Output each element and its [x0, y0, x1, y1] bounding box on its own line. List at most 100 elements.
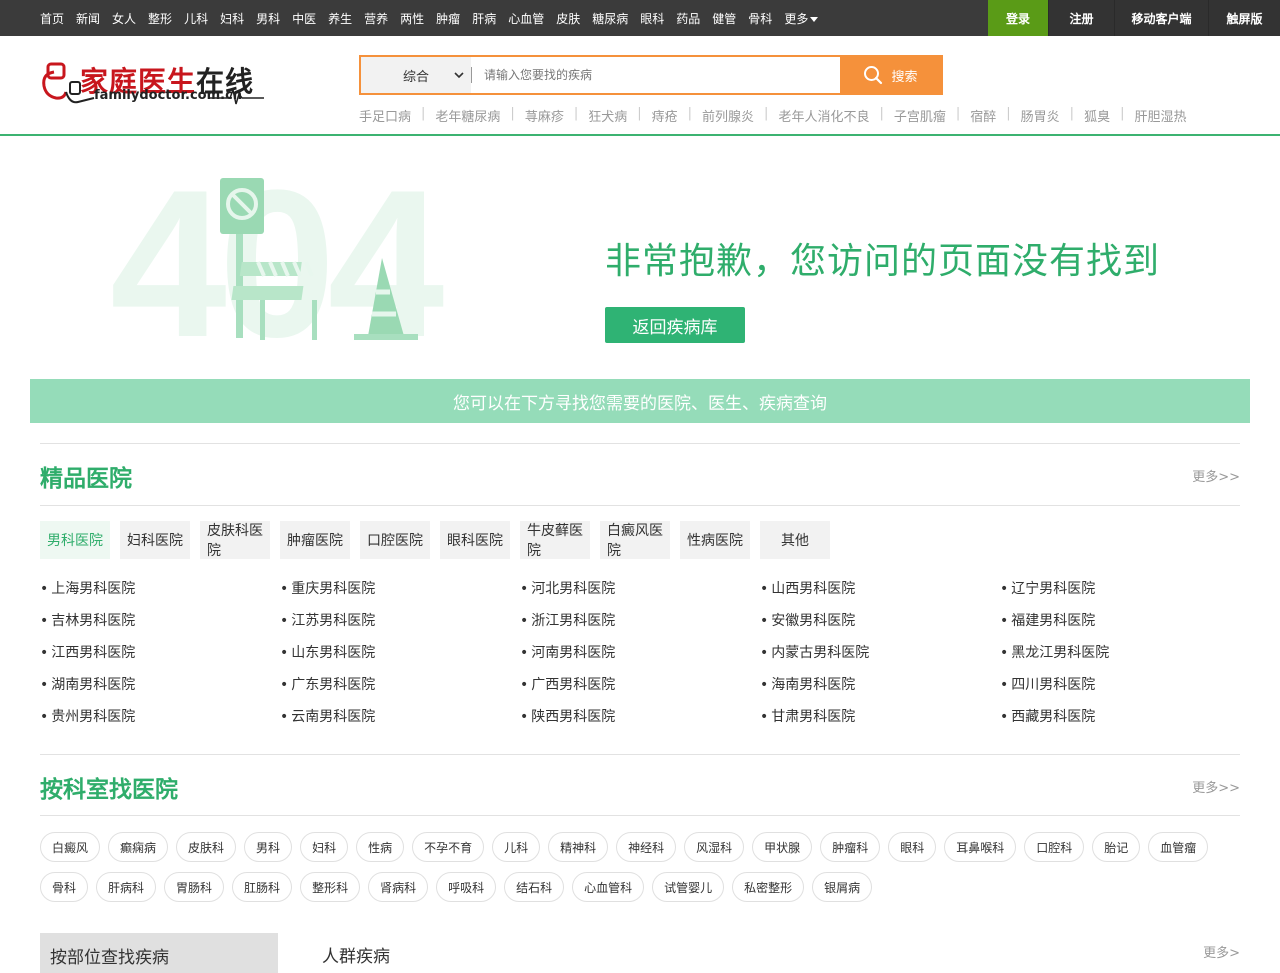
- hospital-tab[interactable]: 其他: [760, 521, 830, 559]
- hospital-link[interactable]: 浙江男科医院: [520, 610, 760, 632]
- search-input[interactable]: [472, 57, 840, 93]
- department-tag[interactable]: 整形科: [300, 872, 361, 902]
- hospital-link[interactable]: 山东男科医院: [280, 642, 520, 664]
- mobile-client-link[interactable]: 移动客户端: [1114, 0, 1208, 36]
- department-tag[interactable]: 肾病科: [368, 872, 429, 902]
- nav-item[interactable]: 养生: [328, 10, 352, 27]
- department-tag[interactable]: 妇科: [300, 832, 349, 862]
- department-tag[interactable]: 口腔科: [1024, 832, 1085, 862]
- hospital-link[interactable]: 安徽男科医院: [760, 610, 1000, 632]
- department-tag[interactable]: 呼吸科: [436, 872, 497, 902]
- back-to-disease-library-button[interactable]: 返回疾病库: [605, 307, 745, 343]
- hospital-link[interactable]: 河南男科医院: [520, 642, 760, 664]
- hospital-link[interactable]: 湖南男科医院: [40, 674, 280, 696]
- hospital-link[interactable]: 海南男科医院: [760, 674, 1000, 696]
- nav-item[interactable]: 中医: [292, 10, 316, 27]
- nav-item[interactable]: 骨科: [748, 10, 772, 27]
- hospital-link[interactable]: 四川男科医院: [1000, 674, 1240, 696]
- search-category-select[interactable]: 综合: [361, 57, 471, 93]
- department-tag[interactable]: 癫痫病: [108, 832, 169, 862]
- hospital-tab[interactable]: 肿瘤医院: [280, 521, 350, 559]
- department-tag[interactable]: 胎记: [1092, 832, 1141, 862]
- hospital-link[interactable]: 辽宁男科医院: [1000, 578, 1240, 600]
- nav-item[interactable]: 糖尿病: [592, 10, 628, 27]
- nav-item[interactable]: 整形: [148, 10, 172, 27]
- nav-item[interactable]: 首页: [40, 10, 64, 27]
- department-tag[interactable]: 结石科: [504, 872, 565, 902]
- department-tag[interactable]: 风湿科: [684, 832, 745, 862]
- premium-more-link[interactable]: 更多>>: [1192, 466, 1240, 485]
- hotword-link[interactable]: 荨麻疹: [525, 106, 564, 125]
- department-tag[interactable]: 血管瘤: [1148, 832, 1209, 862]
- department-tag[interactable]: 皮肤科: [176, 832, 237, 862]
- hospital-tab[interactable]: 眼科医院: [440, 521, 510, 559]
- department-tag[interactable]: 胃肠科: [164, 872, 225, 902]
- hospital-link[interactable]: 黑龙江男科医院: [1000, 642, 1240, 664]
- hotword-link[interactable]: 狐臭: [1084, 106, 1110, 125]
- hospital-link[interactable]: 山西男科医院: [760, 578, 1000, 600]
- hospital-link[interactable]: 上海男科医院: [40, 578, 280, 600]
- nav-item[interactable]: 健管: [712, 10, 736, 27]
- hospital-link[interactable]: 陕西男科医院: [520, 706, 760, 728]
- hospital-tab[interactable]: 性病医院: [680, 521, 750, 559]
- hotword-link[interactable]: 老年糖尿病: [435, 106, 500, 125]
- search-button[interactable]: 搜索: [840, 57, 941, 93]
- hospital-tab[interactable]: 口腔医院: [360, 521, 430, 559]
- hotword-link[interactable]: 狂犬病: [588, 106, 627, 125]
- department-tag[interactable]: 男科: [244, 832, 293, 862]
- department-tag[interactable]: 甲状腺: [752, 832, 813, 862]
- nav-item[interactable]: 眼科: [640, 10, 664, 27]
- hotword-link[interactable]: 前列腺炎: [702, 106, 754, 125]
- department-tag[interactable]: 眼科: [888, 832, 937, 862]
- hospital-link[interactable]: 江苏男科医院: [280, 610, 520, 632]
- nav-item[interactable]: 营养: [364, 10, 388, 27]
- department-tag[interactable]: 精神科: [548, 832, 609, 862]
- register-button[interactable]: 注册: [1048, 0, 1114, 36]
- crowd-more-link[interactable]: 更多>: [1203, 942, 1240, 961]
- department-tag[interactable]: 心血管科: [572, 872, 645, 902]
- department-tag[interactable]: 耳鼻喉科: [944, 832, 1017, 862]
- hospital-tab[interactable]: 妇科医院: [120, 521, 190, 559]
- department-tag[interactable]: 性病: [356, 832, 405, 862]
- nav-item[interactable]: 儿科: [184, 10, 208, 27]
- department-tag[interactable]: 试管婴儿: [652, 872, 725, 902]
- hospital-link[interactable]: 福建男科医院: [1000, 610, 1240, 632]
- hospital-link[interactable]: 江西男科医院: [40, 642, 280, 664]
- department-tag[interactable]: 不孕不育: [412, 832, 485, 862]
- department-more-link[interactable]: 更多>>: [1192, 777, 1240, 796]
- bodypart-section-title[interactable]: 按部位查找疾病: [40, 933, 278, 973]
- department-tag[interactable]: 银屑病: [812, 872, 873, 902]
- nav-item[interactable]: 男科: [256, 10, 280, 27]
- hospital-link[interactable]: 贵州男科医院: [40, 706, 280, 728]
- hospital-tab[interactable]: 皮肤科医院: [200, 521, 270, 559]
- hospital-link[interactable]: 云南男科医院: [280, 706, 520, 728]
- hotword-link[interactable]: 老年人消化不良: [778, 106, 869, 125]
- department-tag[interactable]: 肛肠科: [232, 872, 293, 902]
- department-tag[interactable]: 肿瘤科: [820, 832, 881, 862]
- department-tag[interactable]: 肝病科: [96, 872, 157, 902]
- site-logo[interactable]: 家庭医生在线 familydoctor.com.cn: [40, 56, 264, 108]
- hotword-link[interactable]: 宿醉: [970, 106, 996, 125]
- hospital-tab[interactable]: 牛皮藓医院: [520, 521, 590, 559]
- nav-item[interactable]: 两性: [400, 10, 424, 27]
- nav-item[interactable]: 皮肤: [556, 10, 580, 27]
- hospital-link[interactable]: 西藏男科医院: [1000, 706, 1240, 728]
- hospital-link[interactable]: 重庆男科医院: [280, 578, 520, 600]
- department-tag[interactable]: 白癜风: [40, 832, 101, 862]
- hospital-link[interactable]: 河北男科医院: [520, 578, 760, 600]
- department-tag[interactable]: 儿科: [492, 832, 541, 862]
- nav-item[interactable]: 心血管: [508, 10, 544, 27]
- touch-version-link[interactable]: 触屏版: [1208, 0, 1280, 36]
- hospital-link[interactable]: 吉林男科医院: [40, 610, 280, 632]
- nav-more-menu[interactable]: 更多: [784, 10, 819, 27]
- hotword-link[interactable]: 子宫肌瘤: [894, 106, 946, 125]
- nav-item[interactable]: 药品: [676, 10, 700, 27]
- nav-item[interactable]: 新闻: [76, 10, 100, 27]
- hospital-link[interactable]: 广西男科医院: [520, 674, 760, 696]
- hospital-link[interactable]: 内蒙古男科医院: [760, 642, 1000, 664]
- department-tag[interactable]: 神经科: [616, 832, 677, 862]
- login-button[interactable]: 登录: [988, 0, 1048, 36]
- hospital-link[interactable]: 甘肃男科医院: [760, 706, 1000, 728]
- hotword-link[interactable]: 肠胃炎: [1021, 106, 1060, 125]
- department-tag[interactable]: 骨科: [40, 872, 89, 902]
